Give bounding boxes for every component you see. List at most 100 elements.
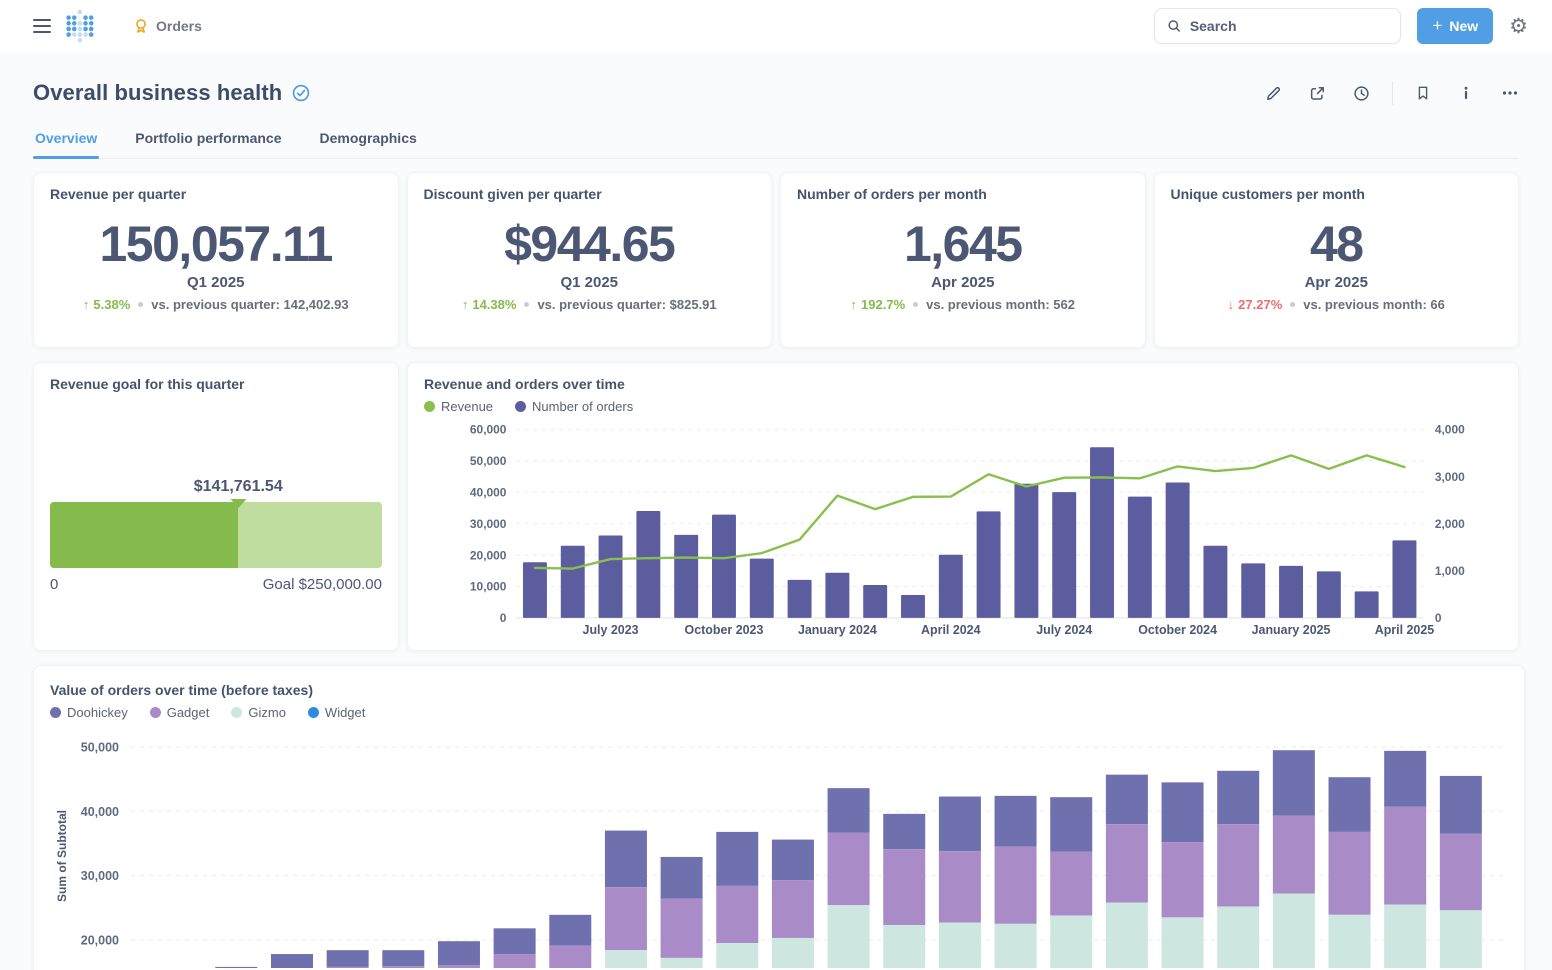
goal-min-label: 0 (50, 576, 58, 593)
svg-text:30,000: 30,000 (81, 869, 119, 883)
more-options-icon[interactable] (1501, 85, 1519, 101)
svg-text:20,000: 20,000 (470, 548, 507, 562)
legend-dot (424, 401, 435, 412)
search-box[interactable] (1154, 8, 1401, 44)
dashboard-title-row: Overall business health (33, 80, 1519, 106)
svg-text:10,000: 10,000 (470, 580, 507, 594)
kpi-change: ↑14.38% vs. previous quarter: $825.91 (462, 297, 717, 312)
legend-dot (515, 401, 526, 412)
kpi-period: Apr 2025 (931, 274, 994, 291)
legend-item-widget[interactable]: Widget (308, 705, 365, 720)
kpi-value: 48 (1310, 218, 1363, 271)
chart-legend: Doohickey Gadget Gizmo Widget (50, 705, 1508, 720)
dot-separator (1290, 302, 1295, 307)
order-value-stacked-chart[interactable]: 50,00040,00030,00020,000Sum of Subtotal (50, 726, 1508, 968)
legend-dot (231, 707, 242, 718)
svg-text:60,000: 60,000 (470, 423, 507, 437)
kpi-value: 150,057.11 (100, 218, 333, 271)
kpi-card-discount-per-quarter[interactable]: Discount given per quarter $944.65 Q1 20… (407, 172, 773, 348)
svg-text:January 2024: January 2024 (798, 623, 877, 637)
kpi-card-revenue-per-quarter[interactable]: Revenue per quarter 150,057.11 Q1 2025 ↑… (33, 172, 399, 348)
settings-gear-icon[interactable]: ⚙ (1509, 16, 1528, 37)
dashboard-tabs: Overview Portfolio performance Demograph… (33, 130, 1519, 159)
kpi-comparison: vs. previous month: 562 (926, 297, 1075, 312)
svg-text:April 2024: April 2024 (921, 623, 981, 637)
revenue-orders-chart-card[interactable]: Revenue and orders over time Revenue Num… (407, 362, 1519, 651)
tab-overview[interactable]: Overview (33, 130, 99, 158)
kpi-delta: ↓27.27% (1228, 297, 1283, 312)
app-header: Orders + New ⚙ (0, 0, 1552, 52)
search-icon (1167, 18, 1181, 34)
card-title: Revenue goal for this quarter (50, 376, 382, 392)
legend-item-doohickey[interactable]: Doohickey (50, 705, 128, 720)
kpi-period: Q1 2025 (560, 274, 618, 291)
legend-item-number-of-orders[interactable]: Number of orders (515, 399, 633, 414)
svg-text:July 2024: July 2024 (1036, 623, 1092, 637)
legend-dot (50, 707, 61, 718)
official-badge-icon (133, 18, 149, 34)
new-button[interactable]: + New (1417, 8, 1493, 44)
card-title: Revenue and orders over time (424, 376, 1502, 392)
dashboard-toolbar (1265, 81, 1519, 105)
legend-dot (150, 707, 161, 718)
kpi-card-unique-customers-per-month[interactable]: Unique customers per month 48 Apr 2025 ↓… (1154, 172, 1520, 348)
svg-text:0: 0 (1435, 611, 1442, 625)
svg-text:Sum of Subtotal: Sum of Subtotal (55, 810, 69, 902)
svg-text:30,000: 30,000 (470, 517, 507, 531)
history-clock-icon[interactable] (1353, 85, 1370, 102)
arrow-up-icon: ↑ (83, 297, 90, 312)
share-export-icon[interactable] (1309, 85, 1326, 102)
svg-text:January 2025: January 2025 (1252, 623, 1331, 637)
search-input[interactable] (1190, 18, 1389, 34)
kpi-comparison: vs. previous quarter: $825.91 (537, 297, 716, 312)
goal-current-value: $141,761.54 (194, 478, 283, 495)
svg-text:50,000: 50,000 (81, 741, 119, 755)
metabase-logo[interactable] (63, 9, 97, 43)
breadcrumb-label: Orders (156, 18, 202, 34)
tab-portfolio-performance[interactable]: Portfolio performance (133, 130, 283, 158)
kpi-comparison: vs. previous quarter: 142,402.93 (151, 297, 348, 312)
sidebar-toggle-icon[interactable] (33, 19, 51, 33)
kpi-delta: ↑192.7% (851, 297, 906, 312)
kpi-period: Apr 2025 (1305, 274, 1368, 291)
revenue-orders-combo-chart[interactable]: 010,00020,00030,00040,00050,00060,00001,… (424, 414, 1502, 637)
bookmark-icon[interactable] (1415, 85, 1431, 101)
chart-legend: Revenue Number of orders (424, 399, 1502, 414)
kpi-change: ↓27.27% vs. previous month: 66 (1228, 297, 1445, 312)
new-button-label: New (1449, 18, 1478, 34)
order-value-chart-card[interactable]: Value of orders over time (before taxes)… (33, 665, 1525, 970)
svg-text:July 2023: July 2023 (583, 623, 639, 637)
revenue-goal-card[interactable]: Revenue goal for this quarter $141,761.5… (33, 362, 399, 651)
legend-item-gizmo[interactable]: Gizmo (231, 705, 286, 720)
tab-demographics[interactable]: Demographics (318, 130, 419, 158)
svg-text:20,000: 20,000 (81, 933, 119, 947)
middle-row: Revenue goal for this quarter $141,761.5… (33, 362, 1519, 651)
svg-text:2,000: 2,000 (1435, 517, 1465, 531)
svg-text:April 2025: April 2025 (1375, 623, 1435, 637)
legend-item-revenue[interactable]: Revenue (424, 399, 493, 414)
kpi-value: 1,645 (904, 218, 1022, 271)
kpi-comparison: vs. previous month: 66 (1303, 297, 1445, 312)
kpi-card-orders-per-month[interactable]: Number of orders per month 1,645 Apr 202… (780, 172, 1146, 348)
arrow-down-icon: ↓ (1228, 297, 1235, 312)
arrow-up-icon: ↑ (462, 297, 469, 312)
goal-current-marker: $141,761.54 (194, 478, 283, 508)
svg-text:October 2023: October 2023 (685, 623, 764, 637)
goal-progress-chart: $141,761.54 0 Goal $250,000.00 (50, 478, 382, 593)
dot-separator (524, 302, 529, 307)
kpi-delta: ↑14.38% (462, 297, 517, 312)
card-title: Value of orders over time (before taxes) (50, 682, 1508, 698)
info-icon[interactable] (1458, 85, 1474, 101)
edit-pencil-icon[interactable] (1265, 85, 1282, 102)
page-title: Overall business health (33, 80, 282, 106)
goal-progress-bar[interactable] (50, 502, 382, 568)
toolbar-divider (1392, 81, 1393, 105)
legend-item-gadget[interactable]: Gadget (150, 705, 210, 720)
svg-text:1,000: 1,000 (1435, 564, 1465, 578)
dot-separator (913, 302, 918, 307)
kpi-change: ↑192.7% vs. previous month: 562 (851, 297, 1075, 312)
breadcrumb-collection[interactable]: Orders (133, 18, 202, 34)
metabase-logo-dots (63, 9, 97, 43)
kpi-value: $944.65 (504, 218, 674, 271)
goal-target-label: Goal $250,000.00 (263, 576, 382, 593)
